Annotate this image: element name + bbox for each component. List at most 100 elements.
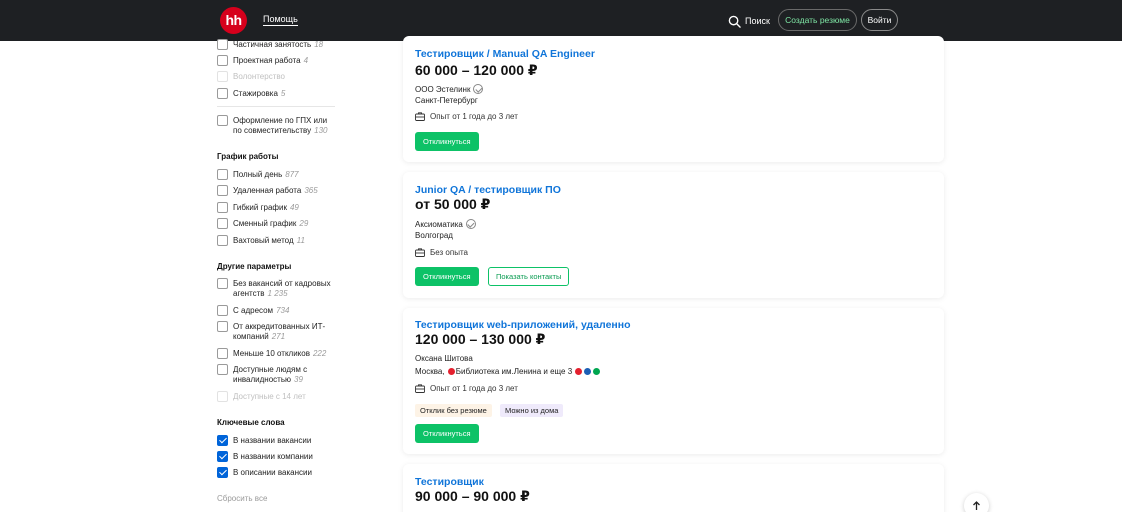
filter-gph[interactable]: Оформление по ГПХ или по совместительств… [217, 115, 333, 136]
filter-rotation[interactable]: Вахтовый метод 11 [217, 235, 305, 246]
apply-button[interactable]: Откликнуться [415, 267, 479, 286]
filter-label: Доступные с 14 лет [233, 392, 306, 401]
checkbox[interactable] [217, 185, 228, 196]
keyword-in-company-name[interactable]: В названии компании [217, 451, 313, 462]
checkbox[interactable] [217, 435, 228, 446]
vacancy-experience: Опыт от 1 года до 3 лет [415, 112, 518, 121]
filter-remote[interactable]: Удаленная работа 365 [217, 185, 318, 196]
checkbox[interactable] [217, 467, 228, 478]
filter-part-time[interactable]: Частичная занятость 18 [217, 39, 324, 50]
filter-count: 18 [314, 40, 324, 49]
schedule-title: График работы [217, 152, 279, 161]
checkbox[interactable] [217, 321, 228, 332]
create-resume-button[interactable]: Создать резюме [778, 9, 857, 31]
checkbox[interactable] [217, 39, 228, 50]
show-contacts-button[interactable]: Показать контакты [488, 267, 570, 286]
filter-label: Удаленная работа [233, 186, 302, 195]
filter-accredited-it[interactable]: От аккредитованных ИТ-компаний 271 [217, 321, 333, 342]
checkbox[interactable] [217, 451, 228, 462]
vacancy-address: Москва, Библиотека им.Ленина и еще 3 [415, 367, 601, 376]
briefcase-icon [415, 112, 425, 121]
filter-count: 877 [285, 170, 299, 179]
vacancy-card: Тестировщик / Manual QA Engineer 60 000 … [403, 36, 944, 162]
vacancy-title[interactable]: Junior QA / тестировщик ПО [415, 184, 561, 196]
filter-less-10-responses[interactable]: Меньше 10 откликов 222 [217, 348, 327, 359]
vacancy-title[interactable]: Тестировщик web-приложений, удаленно [415, 319, 631, 331]
filter-full-day[interactable]: Полный день 877 [217, 169, 299, 180]
verified-icon [465, 219, 476, 229]
filter-internship[interactable]: Стажировка 5 [217, 88, 286, 99]
checkbox [217, 391, 228, 402]
checkbox[interactable] [217, 202, 228, 213]
filter-label: В названии вакансии [233, 436, 312, 445]
vacancy-experience: Опыт от 1 года до 3 лет [415, 384, 518, 393]
vacancy-salary: 60 000 – 120 000 ₽ [415, 62, 538, 78]
filter-label: От аккредитованных ИТ-компаний 271 [233, 322, 326, 341]
filter-label: Волонтерство [233, 72, 285, 81]
hh-logo[interactable]: hh [220, 7, 247, 34]
filter-count: 222 [312, 349, 327, 358]
checkbox[interactable] [217, 169, 228, 180]
filter-no-agencies[interactable]: Без вакансий от кадровых агентств 1 235 [217, 278, 333, 299]
checkbox[interactable] [217, 235, 228, 246]
metro-dot-icon [575, 368, 583, 375]
reset-filters-link[interactable]: Сбросить все [217, 494, 267, 503]
vacancy-company[interactable]: ООО Эстелинк [415, 84, 484, 94]
briefcase-icon [415, 248, 425, 257]
filter-shift[interactable]: Сменный график 29 [217, 218, 309, 229]
filter-volunteering: Волонтерство [217, 71, 285, 82]
checkbox[interactable] [217, 55, 228, 66]
vacancy-title[interactable]: Тестировщик / Manual QA Engineer [415, 48, 595, 60]
checkbox[interactable] [217, 278, 228, 289]
verified-icon [473, 84, 484, 94]
filter-count: 734 [276, 306, 290, 315]
filter-flexible[interactable]: Гибкий график 49 [217, 202, 299, 213]
keyword-in-vacancy-title[interactable]: В названии вакансии [217, 435, 312, 446]
filter-count: 4 [303, 56, 309, 65]
checkbox [217, 71, 228, 82]
help-link[interactable]: Помощь [263, 14, 298, 26]
keyword-in-description[interactable]: В описании вакансии [217, 467, 312, 478]
filter-from-14: Доступные с 14 лет [217, 391, 306, 402]
filter-label: Проектная работа [233, 56, 301, 65]
filter-count: 5 [280, 89, 286, 98]
company-name[interactable]: Аксиоматика [415, 220, 463, 229]
scroll-to-top-button[interactable] [964, 493, 989, 512]
checkbox[interactable] [217, 115, 228, 126]
filter-with-address[interactable]: С адресом 734 [217, 305, 290, 316]
company-name[interactable]: Оксана Шитова [415, 354, 473, 363]
checkbox[interactable] [217, 348, 228, 359]
vacancy-salary: 120 000 – 130 000 ₽ [415, 331, 546, 347]
filter-project-work[interactable]: Проектная работа 4 [217, 55, 309, 66]
other-params-title: Другие параметры [217, 262, 292, 271]
search-button[interactable]: Поиск [728, 13, 770, 29]
vacancy-city: Волгоград [415, 231, 453, 240]
apply-button[interactable]: Откликнуться [415, 424, 479, 443]
filter-accessible[interactable]: Доступные людям с инвалидностью 39 [217, 364, 315, 385]
metro-dot-icon [584, 368, 592, 375]
checkbox[interactable] [217, 88, 228, 99]
login-button[interactable]: Войти [861, 9, 898, 31]
filter-label: Полный день [233, 170, 283, 179]
checkbox[interactable] [217, 305, 228, 316]
filter-count: 29 [299, 219, 309, 228]
divider [217, 106, 335, 107]
filter-label: Частичная занятость [233, 40, 312, 49]
vacancy-title[interactable]: Тестировщик [415, 476, 484, 488]
vacancy-company[interactable]: Аксиоматика [415, 219, 476, 229]
apply-button[interactable]: Откликнуться [415, 132, 479, 151]
filter-label: Оформление по ГПХ или по совместительств… [233, 116, 328, 135]
vacancy-card: Junior QA / тестировщик ПО от 50 000 ₽ А… [403, 172, 944, 298]
checkbox[interactable] [217, 218, 228, 229]
filter-label: Вахтовый метод [233, 236, 294, 245]
checkbox[interactable] [217, 364, 228, 375]
top-navbar: hh Помощь Поиск Создать резюме Войти [0, 0, 1122, 41]
metro-dot-icon [593, 368, 601, 375]
keywords-title: Ключевые слова [217, 418, 285, 427]
filter-label: Без вакансий от кадровых агентств 1 235 [233, 279, 331, 298]
filter-label: В описании вакансии [233, 468, 312, 477]
company-name[interactable]: ООО Эстелинк [415, 85, 470, 94]
vacancy-company[interactable]: Оксана Шитова [415, 354, 473, 363]
filter-count: 11 [296, 236, 305, 245]
briefcase-icon [415, 384, 425, 393]
